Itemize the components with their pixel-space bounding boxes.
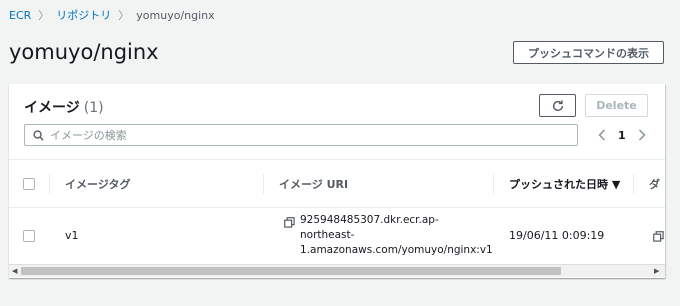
panel-title-text: イメージ <box>24 100 80 116</box>
image-count: (1) <box>83 100 104 116</box>
breadcrumb-current: yomuyo/nginx <box>136 8 215 22</box>
images-panel: イメージ(1) Delete 1 イメージタグ イメージ URI <box>9 84 665 278</box>
column-header-digest[interactable]: ダ <box>649 160 660 208</box>
select-all-checkbox[interactable] <box>23 178 35 190</box>
horizontal-scrollbar[interactable]: ◀ ▶ <box>9 264 665 277</box>
table-header: イメージタグ イメージ URI プッシュされた日時 ▼ ダ <box>9 160 665 208</box>
search-icon <box>33 129 44 141</box>
image-uri: 925948485307.dkr.ecr.ap- northeast- 1.am… <box>300 213 500 258</box>
image-uri-line: northeast- <box>300 229 355 241</box>
search-box[interactable] <box>24 124 578 146</box>
image-uri-line: 1.amazonaws.com/yomuyo/nginx:v1 <box>300 244 493 256</box>
column-divider <box>493 174 494 194</box>
scrollbar-thumb[interactable] <box>21 267 561 275</box>
copy-digest-button[interactable] <box>653 231 664 242</box>
previous-page-button[interactable] <box>594 126 610 144</box>
image-uri-text: 925948485307.dkr.ecr.ap- northeast- 1.am… <box>300 213 500 258</box>
row-checkbox-cell <box>23 230 35 242</box>
breadcrumb-repositories-link[interactable]: リポジトリ <box>56 7 111 23</box>
row-checkbox[interactable] <box>23 230 35 242</box>
next-page-button[interactable] <box>634 126 650 144</box>
image-tag: v1 <box>65 229 79 242</box>
delete-button[interactable]: Delete <box>585 94 648 117</box>
breadcrumb-ecr-link[interactable]: ECR <box>9 9 31 22</box>
page-number[interactable]: 1 <box>618 129 626 142</box>
column-divider <box>633 174 634 194</box>
page-title: yomuyo/nginx <box>9 40 159 64</box>
scroll-right-arrow-icon[interactable]: ▶ <box>654 267 659 275</box>
column-divider <box>263 174 264 194</box>
search-input[interactable] <box>50 128 550 142</box>
refresh-icon <box>552 99 563 111</box>
column-header-image-uri[interactable]: イメージ URI <box>279 160 348 208</box>
column-header-image-tag[interactable]: イメージタグ <box>65 160 131 208</box>
chevron-left-icon <box>598 129 606 141</box>
panel-title: イメージ (1) <box>24 97 104 117</box>
chevron-right-icon: 〉 <box>38 9 50 22</box>
refresh-button[interactable] <box>539 94 576 117</box>
column-divider <box>49 174 50 194</box>
copy-icon <box>653 231 664 242</box>
column-header-pushed-at[interactable]: プッシュされた日時 ▼ <box>509 160 620 208</box>
scroll-left-arrow-icon[interactable]: ◀ <box>12 267 17 275</box>
chevron-right-icon <box>638 129 646 141</box>
select-all-checkbox-cell <box>23 160 35 208</box>
pushed-at: 19/06/11 0:09:19 <box>509 229 605 242</box>
copy-uri-button[interactable] <box>284 217 295 228</box>
view-push-commands-button[interactable]: プッシュコマンドの表示 <box>513 41 664 64</box>
breadcrumb: ECR 〉 リポジトリ 〉 yomuyo/nginx <box>9 7 215 23</box>
chevron-right-icon: 〉 <box>118 9 130 22</box>
copy-icon <box>284 217 295 228</box>
image-uri-line: 925948485307.dkr.ecr.ap- <box>300 214 439 226</box>
pagination: 1 <box>594 126 650 144</box>
table-row: v1 925948485307.dkr.ecr.ap- northeast- 1… <box>9 209 665 263</box>
